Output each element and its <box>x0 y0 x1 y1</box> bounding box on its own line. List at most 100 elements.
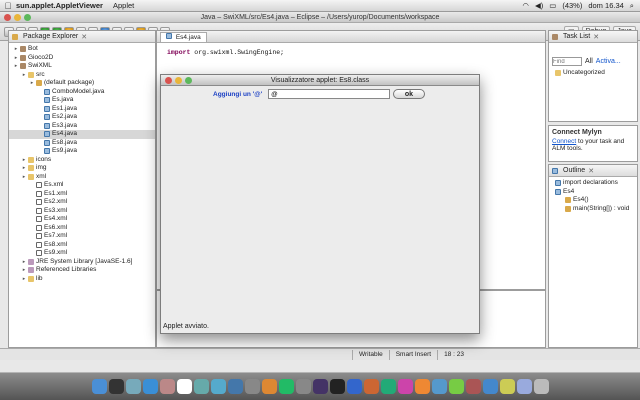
expand-toggle-icon[interactable]: ▸ <box>21 275 27 284</box>
expand-toggle-icon[interactable]: ▸ <box>21 156 27 165</box>
ok-button[interactable]: ok <box>393 89 425 99</box>
tree-item[interactable]: Es9.xml <box>9 249 155 258</box>
address-book-icon[interactable] <box>159 379 175 394</box>
tree-item[interactable]: Es1.java <box>9 105 155 114</box>
downloads-icon[interactable] <box>516 379 532 394</box>
task-find-input[interactable] <box>552 57 582 66</box>
close-view-icon[interactable]: ✕ <box>588 167 594 175</box>
package-explorer-title[interactable]: Package Explorer <box>23 33 78 40</box>
tree-item[interactable]: ▸ Gioco2D <box>9 54 155 63</box>
apple-menu-icon[interactable]:  <box>0 1 16 11</box>
task-category[interactable]: Uncategorized <box>549 69 637 78</box>
expand-toggle-icon[interactable]: ▸ <box>29 79 35 88</box>
outline-item[interactable]: Es4 <box>549 188 637 197</box>
close-button[interactable] <box>4 14 11 21</box>
clock[interactable]: dom 16.34 <box>588 1 623 10</box>
tree-item[interactable]: ▸ Bot <box>9 45 155 54</box>
expand-toggle-icon[interactable]: ▸ <box>21 266 27 275</box>
applet-close-button[interactable] <box>165 77 172 84</box>
finder-icon[interactable] <box>91 379 107 394</box>
time-machine-icon[interactable] <box>278 379 294 394</box>
tree-item[interactable]: ▸ img <box>9 164 155 173</box>
battery-icon[interactable]: ▭ <box>549 1 556 10</box>
expand-toggle-icon[interactable]: ▸ <box>21 258 27 267</box>
tree-item[interactable]: Es6.xml <box>9 224 155 233</box>
word-icon[interactable] <box>346 379 362 394</box>
garageband-icon[interactable] <box>261 379 277 394</box>
excel-icon[interactable] <box>380 379 396 394</box>
expand-toggle-icon[interactable]: ▸ <box>21 71 27 80</box>
dashboard-icon[interactable] <box>108 379 124 394</box>
system-preferences-icon[interactable] <box>295 379 311 394</box>
volume-icon[interactable]: ◀) <box>535 1 543 10</box>
imovie-icon[interactable] <box>244 379 260 394</box>
task-filter-all[interactable]: All <box>585 58 593 65</box>
tree-item[interactable]: Es3.java <box>9 122 155 131</box>
applet-titlebar[interactable]: Visualizzatore applet: Es8.class <box>161 75 479 86</box>
tree-item[interactable]: Es8.java <box>9 139 155 148</box>
tree-item[interactable]: ▸ src <box>9 71 155 80</box>
tree-item[interactable]: ComboModel.java <box>9 88 155 97</box>
tree-item[interactable]: Es7.xml <box>9 232 155 241</box>
editor-tab-es4[interactable]: Es4.java <box>160 32 207 42</box>
terminal-icon[interactable] <box>329 379 345 394</box>
expand-toggle-icon[interactable]: ▸ <box>13 62 19 71</box>
trash-icon[interactable] <box>533 379 549 394</box>
window-titlebar[interactable]: Java – SwiXML/src/Es4.java – Eclipse – /… <box>0 12 640 23</box>
code-editor[interactable]: import org.swixml.SwingEngine; <box>157 43 545 62</box>
tree-item[interactable]: Es9.java <box>9 147 155 156</box>
app-icon[interactable] <box>414 379 430 394</box>
tree-item[interactable]: Es4.xml <box>9 215 155 224</box>
calendar-icon[interactable] <box>176 379 192 394</box>
outline-item[interactable]: Es4() <box>549 196 637 205</box>
tree-item[interactable]: Es.java <box>9 96 155 105</box>
mylyn-connect-link[interactable]: Connect <box>552 138 576 145</box>
expand-toggle-icon[interactable]: ▸ <box>21 173 27 182</box>
at-text-field[interactable] <box>268 89 391 99</box>
app-icon[interactable] <box>431 379 447 394</box>
preview-icon[interactable] <box>193 379 209 394</box>
minimize-button[interactable] <box>14 14 21 21</box>
app-menu[interactable]: sun.applet.AppletViewer <box>16 1 103 10</box>
tree-item[interactable]: Es8.xml <box>9 241 155 250</box>
applet-minimize-button[interactable] <box>175 77 182 84</box>
expand-toggle-icon[interactable]: ▸ <box>21 164 27 173</box>
wifi-icon[interactable]: ◠ <box>522 1 529 10</box>
app-icon[interactable] <box>448 379 464 394</box>
close-view-icon[interactable]: ✕ <box>81 33 87 41</box>
expand-toggle-icon[interactable]: ▸ <box>13 45 19 54</box>
tree-item[interactable]: ▸ Referenced Libraries <box>9 266 155 275</box>
tree-item[interactable]: ▸ JRE System Library [JavaSE-1.6] <box>9 258 155 267</box>
task-activate[interactable]: Activa... <box>596 58 621 65</box>
task-list-title[interactable]: Task List <box>563 33 590 40</box>
eclipse-icon[interactable] <box>312 379 328 394</box>
itunes-icon[interactable] <box>210 379 226 394</box>
outline-item[interactable]: import declarations <box>549 179 637 188</box>
app-icon[interactable] <box>397 379 413 394</box>
tree-item[interactable]: ▸ SwiXML <box>9 62 155 71</box>
menu-applet[interactable]: Applet <box>113 1 134 10</box>
tree-item[interactable]: Es4.java <box>9 130 155 139</box>
spotlight-icon[interactable]: ⌕ <box>630 1 634 11</box>
outline-title[interactable]: Outline <box>563 167 585 174</box>
tree-item[interactable]: Es3.xml <box>9 207 155 216</box>
safari-icon[interactable] <box>142 379 158 394</box>
app-icon[interactable] <box>499 379 515 394</box>
applet-zoom-button[interactable] <box>185 77 192 84</box>
expand-toggle-icon[interactable]: ▸ <box>13 54 19 63</box>
close-view-icon[interactable]: ✕ <box>593 33 599 41</box>
tree-item[interactable]: Es1.xml <box>9 190 155 199</box>
tree-item[interactable]: Es2.java <box>9 113 155 122</box>
zoom-button[interactable] <box>24 14 31 21</box>
tree-item[interactable]: ▸ xml <box>9 173 155 182</box>
tree-item[interactable]: Es2.xml <box>9 198 155 207</box>
app-icon[interactable] <box>482 379 498 394</box>
tree-item[interactable]: Es.xml <box>9 181 155 190</box>
tree-item[interactable]: ▸ lib <box>9 275 155 284</box>
tree-item[interactable]: ▸ (default package) <box>9 79 155 88</box>
app-icon[interactable] <box>465 379 481 394</box>
iphoto-icon[interactable] <box>227 379 243 394</box>
tree-item[interactable]: ▸ icons <box>9 156 155 165</box>
powerpoint-icon[interactable] <box>363 379 379 394</box>
outline-item[interactable]: main(String[]) : void <box>549 205 637 214</box>
